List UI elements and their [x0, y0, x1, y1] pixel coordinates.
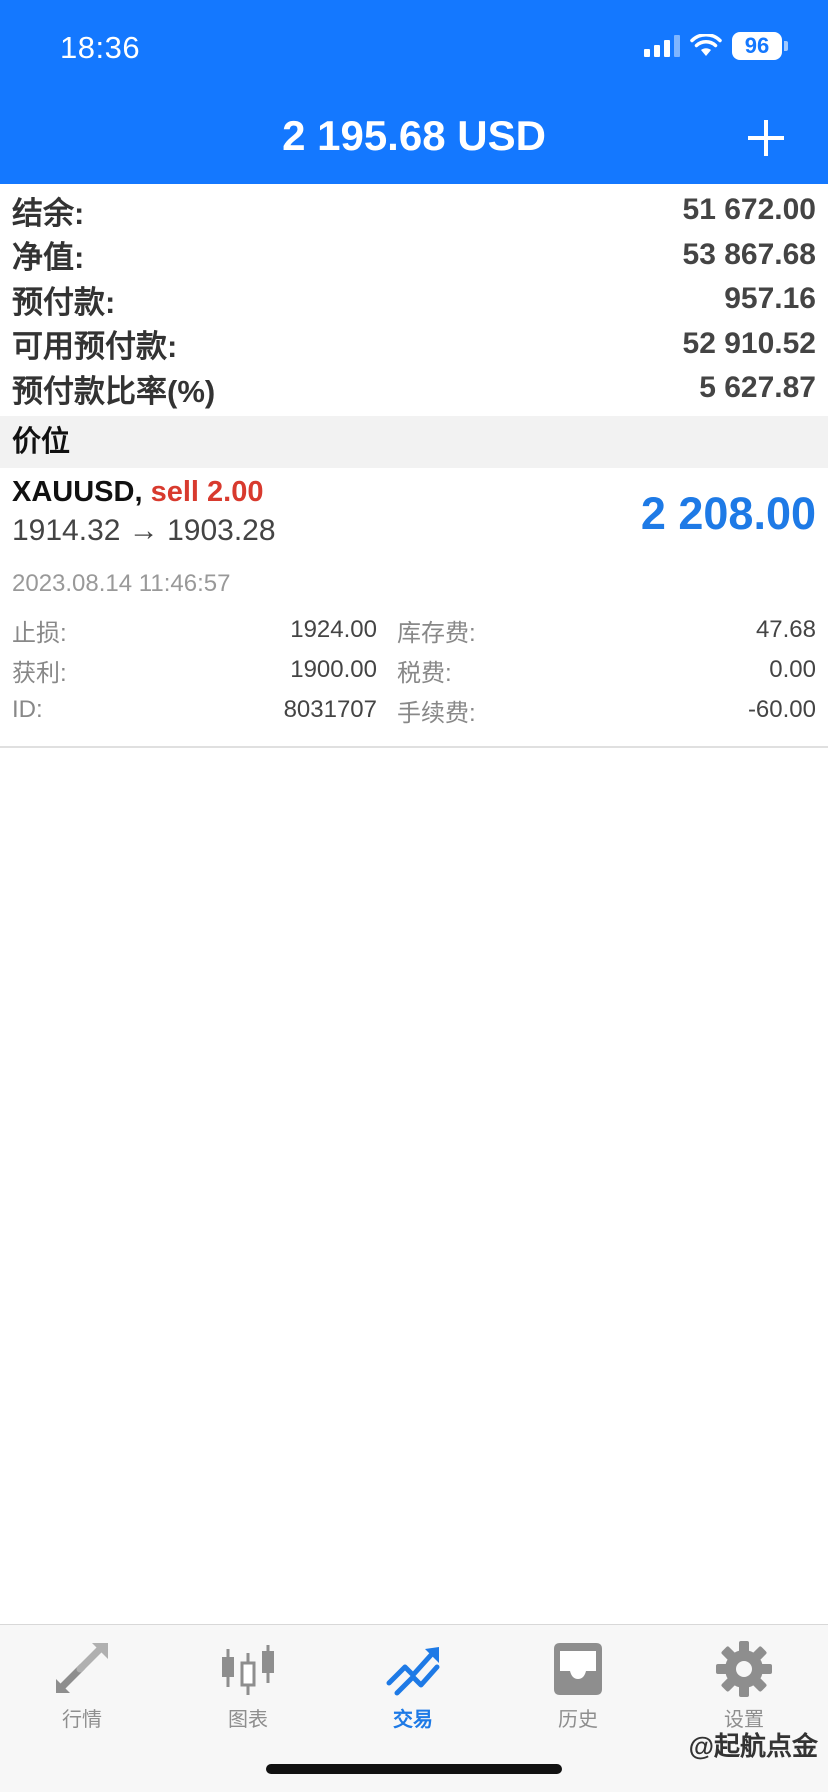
- position-details: 止损: 1924.00 库存费: 47.68 获利: 1900.00 税费: 0…: [12, 610, 816, 730]
- summary-value: 52 910.52: [682, 326, 816, 360]
- summary-label: 净值:: [12, 240, 85, 276]
- summary-row-margin-level: 预付款比率(%) 5 627.87: [0, 366, 828, 411]
- tab-label: 交易: [393, 1709, 433, 1731]
- summary-row-free-margin: 可用预付款: 52 910.52: [0, 322, 828, 367]
- summary-label: 可用预付款:: [12, 329, 178, 365]
- tab-trade[interactable]: 交易: [353, 1639, 473, 1732]
- tab-label: 历史: [558, 1709, 598, 1731]
- page-title: 2 195.68 USD: [282, 112, 546, 159]
- position-prices: 1914.32 → 1903.28: [12, 514, 276, 547]
- trade-icon: [386, 1647, 440, 1696]
- detail-row: 止损: 1924.00 库存费: 47.68: [12, 610, 816, 650]
- summary-row-balance: 结余: 51 672.00: [0, 188, 828, 233]
- summary-row-equity: 净值: 53 867.68: [0, 233, 828, 278]
- detail-label: 库存费:: [397, 619, 476, 647]
- detail-value: -60.00: [747, 696, 816, 723]
- status-time: 18:36: [60, 30, 141, 65]
- tab-label: 图表: [228, 1709, 268, 1731]
- watermark: @起航点金: [688, 1731, 818, 1761]
- summary-value: 53 867.68: [682, 237, 816, 271]
- quotes-icon: [56, 1643, 108, 1693]
- summary-label: 结余:: [12, 195, 85, 231]
- wifi-icon: [690, 34, 722, 58]
- tab-quotes[interactable]: 行情: [22, 1639, 142, 1732]
- detail-row: 获利: 1900.00 税费: 0.00: [12, 650, 816, 690]
- summary-value: 957.16: [724, 282, 816, 316]
- detail-row: ID: 8031707 手续费: -60.00: [12, 690, 816, 730]
- position-time: 2023.08.14 11:46:57: [12, 570, 231, 597]
- detail-label: 税费:: [397, 659, 452, 687]
- detail-label: 止损:: [12, 619, 67, 647]
- position-symbol: XAUUSD,: [12, 476, 143, 508]
- detail-label: 手续费:: [397, 699, 476, 727]
- detail-value: 1924.00: [290, 616, 377, 643]
- section-header-positions: 价位: [0, 416, 828, 468]
- summary-label: 预付款比率(%): [12, 373, 216, 409]
- tab-charts[interactable]: 图表: [188, 1639, 308, 1732]
- battery-level: 96: [732, 32, 782, 60]
- detail-value: 47.68: [755, 616, 816, 643]
- gear-icon: [716, 1641, 772, 1697]
- home-indicator: [266, 1764, 562, 1774]
- position-item[interactable]: XAUUSD, sell 2.00 1914.32 → 1903.28 2 20…: [0, 468, 828, 748]
- detail-value: 1900.00: [290, 656, 377, 683]
- candlestick-icon: [222, 1645, 274, 1695]
- cellular-signal-icon: [644, 35, 680, 57]
- summary-row-margin: 预付款: 957.16: [0, 277, 828, 322]
- history-icon: [554, 1643, 602, 1695]
- summary-value: 5 627.87: [699, 371, 816, 405]
- tab-label: 行情: [62, 1709, 102, 1731]
- detail-value: 8031707: [283, 696, 377, 723]
- battery-icon: 96: [732, 32, 788, 60]
- status-icons: 96: [644, 32, 788, 60]
- header-bar: 18:36 96 2 195.68 USD: [0, 0, 828, 184]
- summary-value: 51 672.00: [682, 193, 816, 227]
- position-side: sell 2.00: [150, 476, 264, 508]
- detail-label: 获利:: [12, 659, 67, 687]
- summary-label: 预付款:: [12, 284, 116, 320]
- detail-label: ID:: [12, 696, 43, 723]
- tab-settings[interactable]: 设置: [684, 1639, 804, 1732]
- plus-icon[interactable]: [746, 118, 786, 158]
- account-summary: 结余: 51 672.00 净值: 53 867.68 预付款: 957.16 …: [0, 188, 828, 411]
- tab-history[interactable]: 历史: [518, 1639, 638, 1732]
- position-symbol-line: XAUUSD, sell 2.00: [12, 476, 263, 509]
- detail-value: 0.00: [769, 656, 816, 683]
- position-profit: 2 208.00: [640, 488, 816, 539]
